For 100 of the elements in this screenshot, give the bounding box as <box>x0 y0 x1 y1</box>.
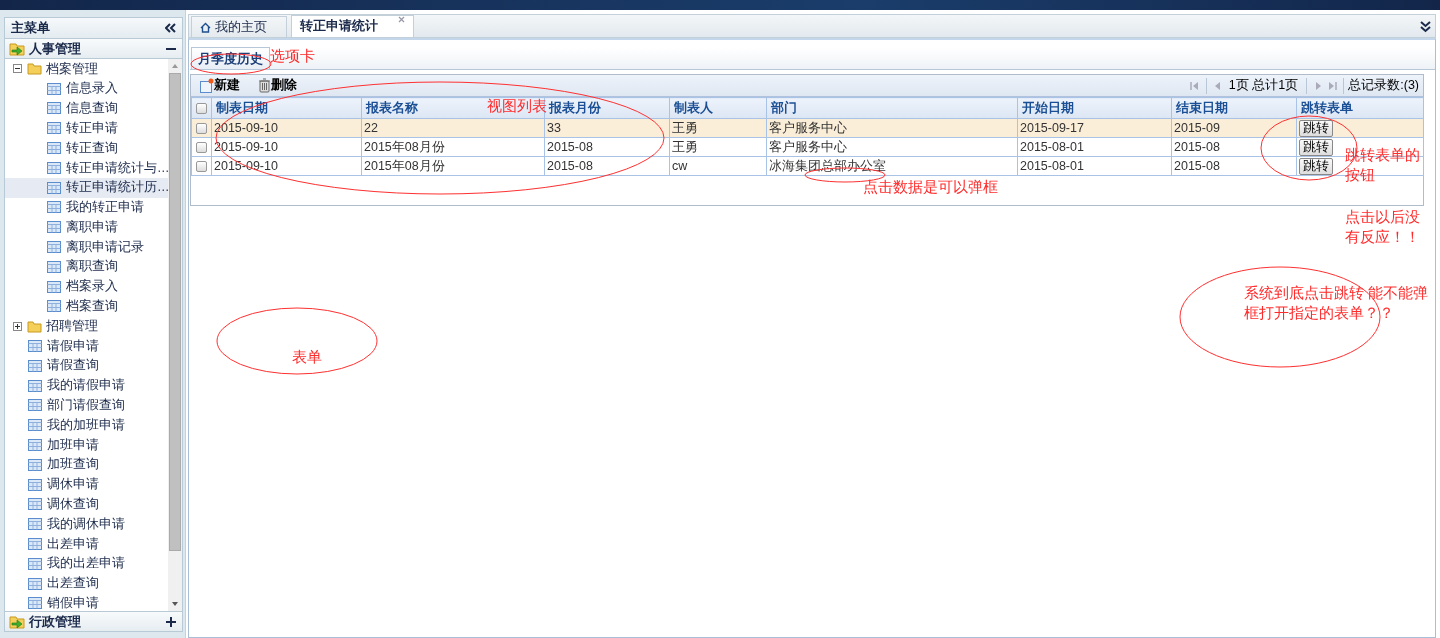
tab[interactable]: 我的主页 <box>191 16 287 37</box>
accordion-header[interactable]: 人事管理 <box>4 39 183 59</box>
chevron-down-icon[interactable] <box>1420 21 1431 33</box>
tree-item[interactable]: 离职查询 <box>5 256 168 277</box>
annotation-text: 点击数据是可以弹框 <box>863 177 998 197</box>
annotation-text: 跳转表单的按钮 <box>1345 145 1421 185</box>
table-icon <box>27 516 43 533</box>
annotation-text: 系统到底点击跳转 能不能弹框打开指定的表单？？ <box>1244 283 1430 323</box>
column-header[interactable]: 跳转表单 <box>1296 97 1424 119</box>
tree-item[interactable]: 离职申请 <box>5 217 168 238</box>
table-icon <box>27 456 43 473</box>
tree-item[interactable]: 档案查询 <box>5 296 168 317</box>
table-cell: cw <box>669 156 767 176</box>
annotation-text: 表单 <box>292 347 322 367</box>
table-icon <box>27 338 43 355</box>
home-icon <box>200 21 211 33</box>
table-icon <box>46 258 62 275</box>
tree-item[interactable]: 转正申请统计历… <box>5 177 168 198</box>
tree-item[interactable]: 我的调休申请 <box>5 514 168 535</box>
tree-item[interactable]: 我的转正申请 <box>5 197 168 218</box>
tree-item[interactable]: 加班申请 <box>5 435 168 455</box>
tree-item[interactable]: 信息查询 <box>5 98 168 119</box>
tree-item[interactable]: 档案录入 <box>5 276 168 297</box>
annotation-text: 视图列表 <box>487 96 547 116</box>
jump-button[interactable]: 跳转 <box>1299 138 1333 156</box>
tree-item[interactable]: 转正申请 <box>5 118 168 139</box>
select-all-checkbox[interactable] <box>196 102 207 114</box>
table-icon <box>46 179 62 196</box>
annotation-text: 点击以后没有反应！！ <box>1345 207 1421 247</box>
table-cell: 王勇 <box>669 137 767 157</box>
tree-item[interactable]: 转正申请统计与… <box>5 158 168 178</box>
table-icon <box>46 159 62 176</box>
table-cell: 2015-09-10 <box>211 137 362 157</box>
table-icon <box>46 80 62 97</box>
table-icon <box>27 496 43 513</box>
table-cell: 2015-08 <box>1171 137 1297 157</box>
row-checkbox[interactable] <box>196 141 207 153</box>
record-count: 总记录数:(3) <box>1348 77 1419 95</box>
table-cell: 2015-08-01 <box>1017 137 1172 157</box>
table-icon <box>27 595 43 611</box>
tree-item[interactable]: 调休查询 <box>5 494 168 515</box>
plus-icon[interactable] <box>166 616 176 627</box>
new-button[interactable]: 新建 <box>199 76 240 95</box>
table-cell: 2015年08月份 <box>361 156 545 176</box>
tree-item[interactable]: 出差申请 <box>5 534 168 554</box>
table-icon <box>46 199 62 216</box>
table-cell: 2015-08 <box>544 156 670 176</box>
trash-icon <box>258 78 271 93</box>
row-checkbox[interactable] <box>196 122 207 134</box>
tree-item[interactable]: 部门请假查询 <box>5 395 168 416</box>
table-icon <box>46 100 62 117</box>
table-icon <box>27 555 43 572</box>
table-icon <box>27 417 43 434</box>
collapse-icon[interactable] <box>165 23 176 33</box>
tab[interactable]: 转正申请统计 <box>291 15 414 37</box>
table-icon <box>46 140 62 157</box>
tree-item[interactable]: 出差查询 <box>5 573 168 594</box>
table-icon <box>27 357 43 374</box>
tree-item[interactable]: 销假申请 <box>5 593 168 611</box>
table-cell: 2015-08 <box>1171 156 1297 176</box>
tree-item[interactable]: 我的加班申请 <box>5 415 168 436</box>
tree-item[interactable]: 信息录入 <box>5 78 168 99</box>
tree-item[interactable]: 我的请假申请 <box>5 375 168 396</box>
table-icon <box>46 120 62 137</box>
table-icon <box>27 575 43 592</box>
folder-arrow-icon <box>9 613 25 630</box>
delete-button[interactable]: 删除 <box>258 76 297 95</box>
close-icon[interactable] <box>398 16 405 23</box>
table-icon <box>27 476 43 493</box>
folder-icon <box>27 61 42 77</box>
column-header[interactable]: 结束日期 <box>1171 97 1297 119</box>
tree-item[interactable]: 请假申请 <box>5 336 168 356</box>
accordion-header[interactable]: 行政管理 <box>4 612 183 632</box>
tree-item[interactable]: 转正查询 <box>5 138 168 158</box>
tree-item[interactable]: 档案管理 <box>5 59 168 79</box>
column-header[interactable]: 开始日期 <box>1017 97 1172 119</box>
table-icon <box>27 377 43 394</box>
annotation-text: 选项卡 <box>270 46 315 66</box>
table-icon <box>46 219 62 236</box>
row-checkbox[interactable] <box>196 160 207 172</box>
collapse-box-icon[interactable] <box>13 64 22 74</box>
table-icon <box>27 536 43 552</box>
jump-button[interactable]: 跳转 <box>1299 119 1333 137</box>
column-header[interactable]: 制表人 <box>669 97 767 119</box>
tree-item[interactable]: 招聘管理 <box>5 316 168 337</box>
expand-box-icon[interactable] <box>13 321 22 331</box>
tree-item[interactable]: 离职申请记录 <box>5 237 168 257</box>
jump-button[interactable]: 跳转 <box>1299 157 1333 175</box>
sidebar-title: 主菜单 <box>11 19 50 38</box>
table-cell: 2015-08 <box>544 137 670 157</box>
folder-icon <box>27 318 42 334</box>
column-header[interactable]: 部门 <box>766 97 1018 119</box>
tree-item[interactable]: 我的出差申请 <box>5 553 168 574</box>
tree-item[interactable]: 调休申请 <box>5 474 168 495</box>
tree-item[interactable]: 加班查询 <box>5 454 168 475</box>
table-icon <box>46 278 62 295</box>
scrollbar[interactable] <box>168 59 182 611</box>
tree-item[interactable]: 请假查询 <box>5 355 168 376</box>
page-info: 1页 总计1页 <box>1228 77 1299 95</box>
table-icon <box>46 239 62 256</box>
